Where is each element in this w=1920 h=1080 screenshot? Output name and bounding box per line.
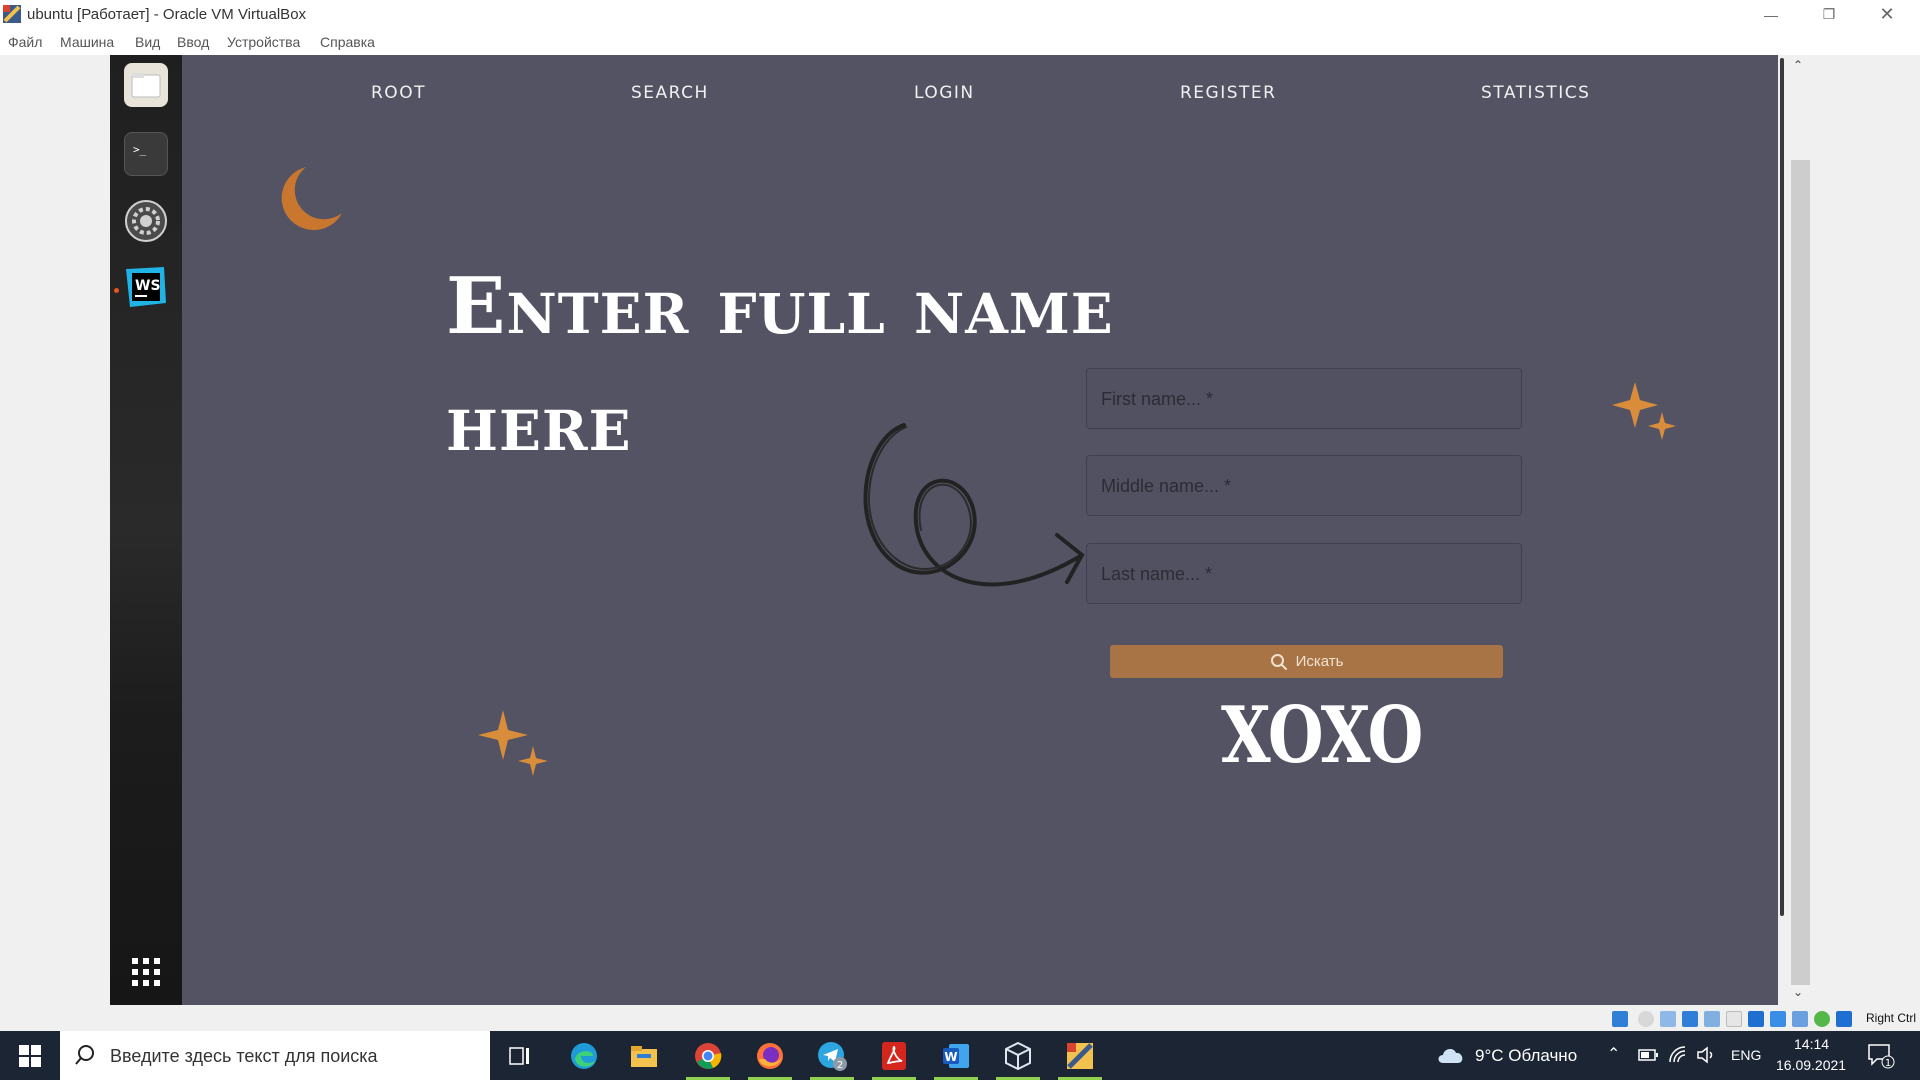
files-icon[interactable] (124, 63, 168, 107)
menu-view[interactable]: Вид (135, 34, 160, 50)
svg-text:WS: WS (135, 278, 161, 294)
file-explorer-icon[interactable] (616, 1031, 672, 1080)
svg-text:>_: >_ (133, 143, 147, 156)
acrobat-icon[interactable] (866, 1031, 922, 1080)
window-titlebar: ubuntu [Работает] - Oracle VM VirtualBox… (0, 0, 1920, 29)
firefox-icon[interactable] (742, 1031, 798, 1080)
scroll-down-arrow-icon[interactable]: ⌄ (1793, 985, 1803, 999)
task-view-icon[interactable] (492, 1031, 548, 1080)
close-button[interactable]: ✕ (1858, 0, 1916, 29)
show-applications-icon[interactable] (124, 950, 168, 994)
vm-inner-scrollbar[interactable] (1780, 58, 1784, 916)
weather-text[interactable]: 9°C Облачно (1475, 1046, 1577, 1066)
host-key-label: Right Ctrl (1865, 1011, 1916, 1025)
restore-button[interactable]: ❐ (1800, 0, 1858, 29)
language-indicator[interactable]: ENG (1731, 1047, 1761, 1063)
recording-icon[interactable] (1770, 1011, 1786, 1027)
optical-drive-icon[interactable] (1638, 1011, 1654, 1027)
cloud-icon (1438, 1049, 1463, 1063)
word-icon[interactable]: W (928, 1031, 984, 1080)
taskbar-search-placeholder: Введите здесь текст для поиска (110, 1046, 378, 1066)
search-button-label: Искать (1295, 653, 1344, 670)
search-button[interactable]: Искать (1110, 645, 1503, 678)
moon-icon (281, 167, 342, 231)
nav-login[interactable]: LOGIN (914, 83, 975, 103)
audio-icon[interactable] (1660, 1011, 1676, 1027)
webstorm-icon[interactable]: WS (124, 265, 168, 309)
window-title: ubuntu [Работает] - Oracle VM VirtualBox (27, 6, 307, 23)
vt-icon[interactable] (1792, 1011, 1808, 1027)
first-name-placeholder: First name... * (1101, 389, 1214, 409)
telegram-icon[interactable]: 2 (804, 1031, 860, 1080)
nav-root[interactable]: ROOT (371, 83, 426, 103)
nav-register[interactable]: REGISTER (1180, 83, 1276, 103)
notifications-badge: 1 (1885, 1058, 1891, 1069)
battery-icon[interactable] (1638, 1049, 1658, 1061)
middle-name-placeholder: Middle name... * (1101, 476, 1232, 496)
svg-text:W: W (944, 1050, 957, 1064)
notifications-icon[interactable]: 1 (1867, 1043, 1895, 1069)
search-icon (1270, 653, 1287, 670)
last-name-field[interactable]: Last name... * (1086, 543, 1522, 604)
page-heading-line2: here (446, 378, 632, 469)
vm-scrollbar-thumb[interactable] (1791, 160, 1810, 985)
last-name-placeholder: Last name... * (1101, 564, 1213, 584)
nav-statistics[interactable]: STATISTICS (1481, 83, 1590, 103)
telegram-badge: 2 (837, 1060, 843, 1071)
virtualbox-vm-icon[interactable] (1052, 1031, 1108, 1080)
taskbar-search-box[interactable]: Введите здесь текст для поиска (60, 1031, 490, 1080)
clock-time[interactable]: 14:14 (1794, 1036, 1829, 1052)
menu-file[interactable]: Файл (8, 34, 42, 50)
display-icon[interactable] (1748, 1011, 1764, 1027)
tray-overflow-icon[interactable]: ⌃ (1607, 1044, 1620, 1064)
scroll-up-arrow-icon[interactable]: ⌃ (1793, 58, 1803, 72)
vbox-status-bar: Right Ctrl (0, 1005, 1920, 1031)
terminal-icon[interactable]: >_ (124, 132, 168, 176)
xoxo-signature: XOXO (1221, 690, 1423, 781)
page-heading-line1: Enter full name (446, 261, 1114, 352)
first-name-field[interactable]: First name... * (1086, 368, 1522, 429)
swirl-arrow-icon (863, 423, 1085, 587)
sparkle-icon (1612, 382, 1676, 440)
virtualbox-icon (3, 5, 21, 23)
mouse-capture-icon[interactable] (1836, 1011, 1852, 1027)
start-button[interactable] (0, 1031, 60, 1080)
search-icon (75, 1045, 94, 1065)
guest-additions-icon[interactable] (1814, 1011, 1830, 1027)
windows-logo-icon (19, 1044, 41, 1067)
windows-taskbar: Введите здесь текст для поиска 2 W 9°C О… (0, 1031, 1920, 1080)
menu-bar: Файл Машина Вид Ввод Устройства Справка (0, 29, 1920, 55)
running-indicator (114, 288, 119, 293)
hard-disk-icon[interactable] (1612, 1011, 1628, 1027)
menu-devices[interactable]: Устройства (227, 34, 300, 50)
sparkle-icon (478, 710, 548, 776)
volume-icon[interactable] (1696, 1046, 1716, 1064)
menu-help[interactable]: Справка (320, 34, 375, 50)
edge-icon[interactable] (556, 1031, 612, 1080)
usb-icon[interactable] (1704, 1011, 1720, 1027)
chrome-icon[interactable] (680, 1031, 736, 1080)
virtualbox-taskbar-icon[interactable] (990, 1031, 1046, 1080)
menu-input[interactable]: Ввод (177, 34, 209, 50)
ubuntu-dock: >_ WS (110, 55, 182, 1005)
nav-search[interactable]: SEARCH (631, 83, 709, 103)
minimize-button[interactable]: — (1742, 0, 1800, 29)
settings-icon[interactable] (124, 199, 168, 243)
shared-folders-icon[interactable] (1726, 1011, 1742, 1027)
wifi-icon[interactable] (1668, 1045, 1686, 1063)
network-icon[interactable] (1682, 1011, 1698, 1027)
middle-name-field[interactable]: Middle name... * (1086, 455, 1522, 516)
menu-machine[interactable]: Машина (60, 34, 114, 50)
clock-date[interactable]: 16.09.2021 (1776, 1057, 1846, 1073)
